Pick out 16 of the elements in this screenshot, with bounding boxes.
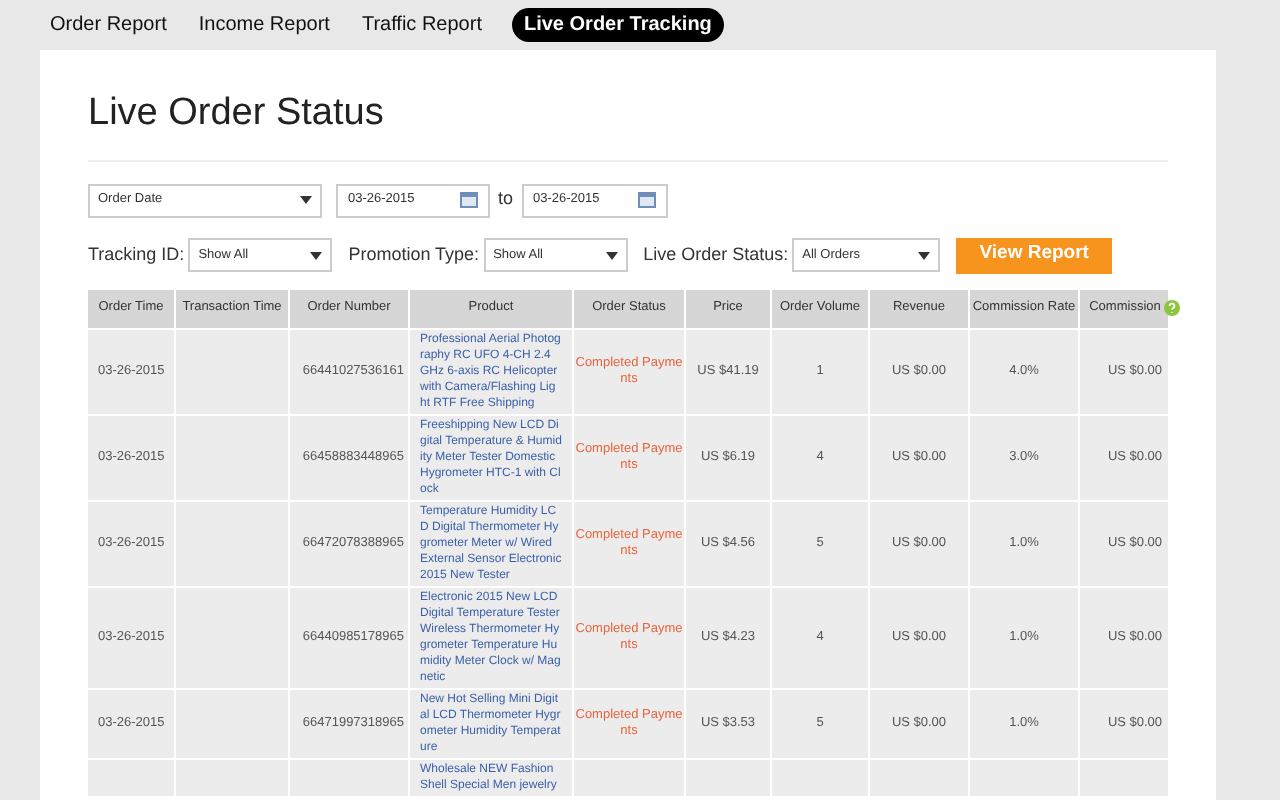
- caret-icon: [918, 251, 931, 259]
- to-label: to: [498, 186, 514, 213]
- tab[interactable]: Income Report: [196, 10, 332, 40]
- tab[interactable]: Traffic Report: [359, 10, 484, 40]
- filter-label: Live Order Status:: [643, 241, 789, 268]
- caret-icon: [310, 251, 323, 259]
- calendar-icon: [637, 192, 656, 208]
- page-title: Live Order Status: [88, 86, 1168, 161]
- caret-icon: [300, 196, 312, 204]
- calendar-icon: [460, 192, 478, 208]
- filter-label: Promotion Type:: [348, 241, 480, 268]
- tab[interactable]: Live Order Tracking: [511, 8, 724, 42]
- help-icon[interactable]: [1164, 300, 1181, 316]
- filter-label: Tracking ID:: [88, 241, 185, 268]
- tab[interactable]: Order Report: [48, 10, 169, 40]
- caret-icon: [605, 251, 618, 259]
